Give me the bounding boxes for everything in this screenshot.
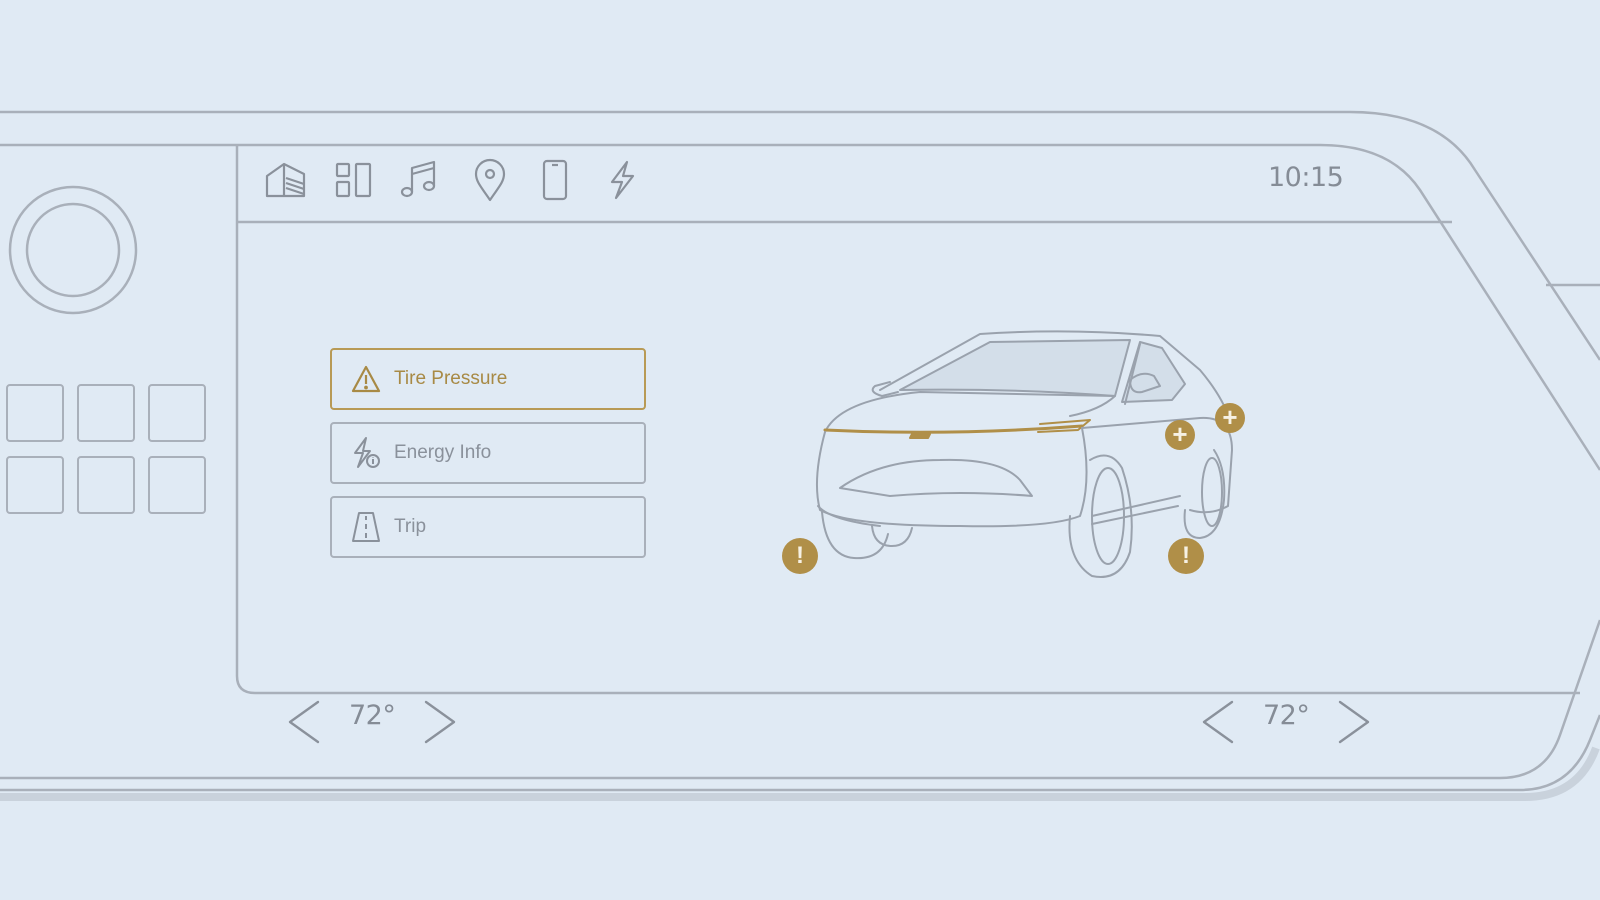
energy-bolt-icon[interactable] bbox=[600, 158, 644, 202]
passenger-temp-increase-button[interactable] bbox=[1332, 696, 1376, 748]
energy-info-label: Energy Info bbox=[394, 442, 492, 463]
trip-label: Trip bbox=[394, 516, 427, 537]
location-pin-icon[interactable] bbox=[468, 158, 512, 202]
tire-add-indicator-2[interactable]: + bbox=[1215, 403, 1245, 433]
energy-info-button[interactable]: Energy Info bbox=[330, 422, 646, 484]
preset-button-4[interactable] bbox=[6, 456, 64, 514]
driver-temp-increase-button[interactable] bbox=[418, 696, 462, 748]
tire-pressure-button[interactable]: Tire Pressure bbox=[330, 348, 646, 410]
clock: 10:15 bbox=[1268, 162, 1344, 193]
trip-button[interactable]: Trip bbox=[330, 496, 646, 558]
home-icon[interactable] bbox=[264, 158, 308, 202]
tire-warning-front-left[interactable]: ! bbox=[782, 538, 818, 574]
warning-triangle-icon bbox=[350, 361, 382, 397]
passenger-temp: 72° bbox=[1263, 700, 1310, 731]
preset-button-3[interactable] bbox=[148, 384, 206, 442]
tire-pressure-label: Tire Pressure bbox=[394, 368, 508, 389]
preset-button-2[interactable] bbox=[77, 384, 135, 442]
energy-info-icon bbox=[350, 435, 382, 471]
preset-button-5[interactable] bbox=[77, 456, 135, 514]
driver-temp-decrease-button[interactable] bbox=[282, 696, 326, 748]
volume-knob[interactable] bbox=[8, 185, 138, 315]
tire-warning-front-right[interactable]: ! bbox=[1168, 538, 1204, 574]
road-icon bbox=[350, 509, 382, 545]
music-icon[interactable] bbox=[398, 158, 442, 202]
tire-add-indicator-1[interactable]: + bbox=[1165, 420, 1195, 450]
infotainment-screen: 10:15 Tire Pressure Energy Info Trip ! !… bbox=[0, 0, 1600, 900]
preset-button-6[interactable] bbox=[148, 456, 206, 514]
apps-icon[interactable] bbox=[332, 158, 376, 202]
preset-button-1[interactable] bbox=[6, 384, 64, 442]
passenger-temp-decrease-button[interactable] bbox=[1196, 696, 1240, 748]
phone-icon[interactable] bbox=[534, 158, 578, 202]
driver-temp: 72° bbox=[349, 700, 396, 731]
